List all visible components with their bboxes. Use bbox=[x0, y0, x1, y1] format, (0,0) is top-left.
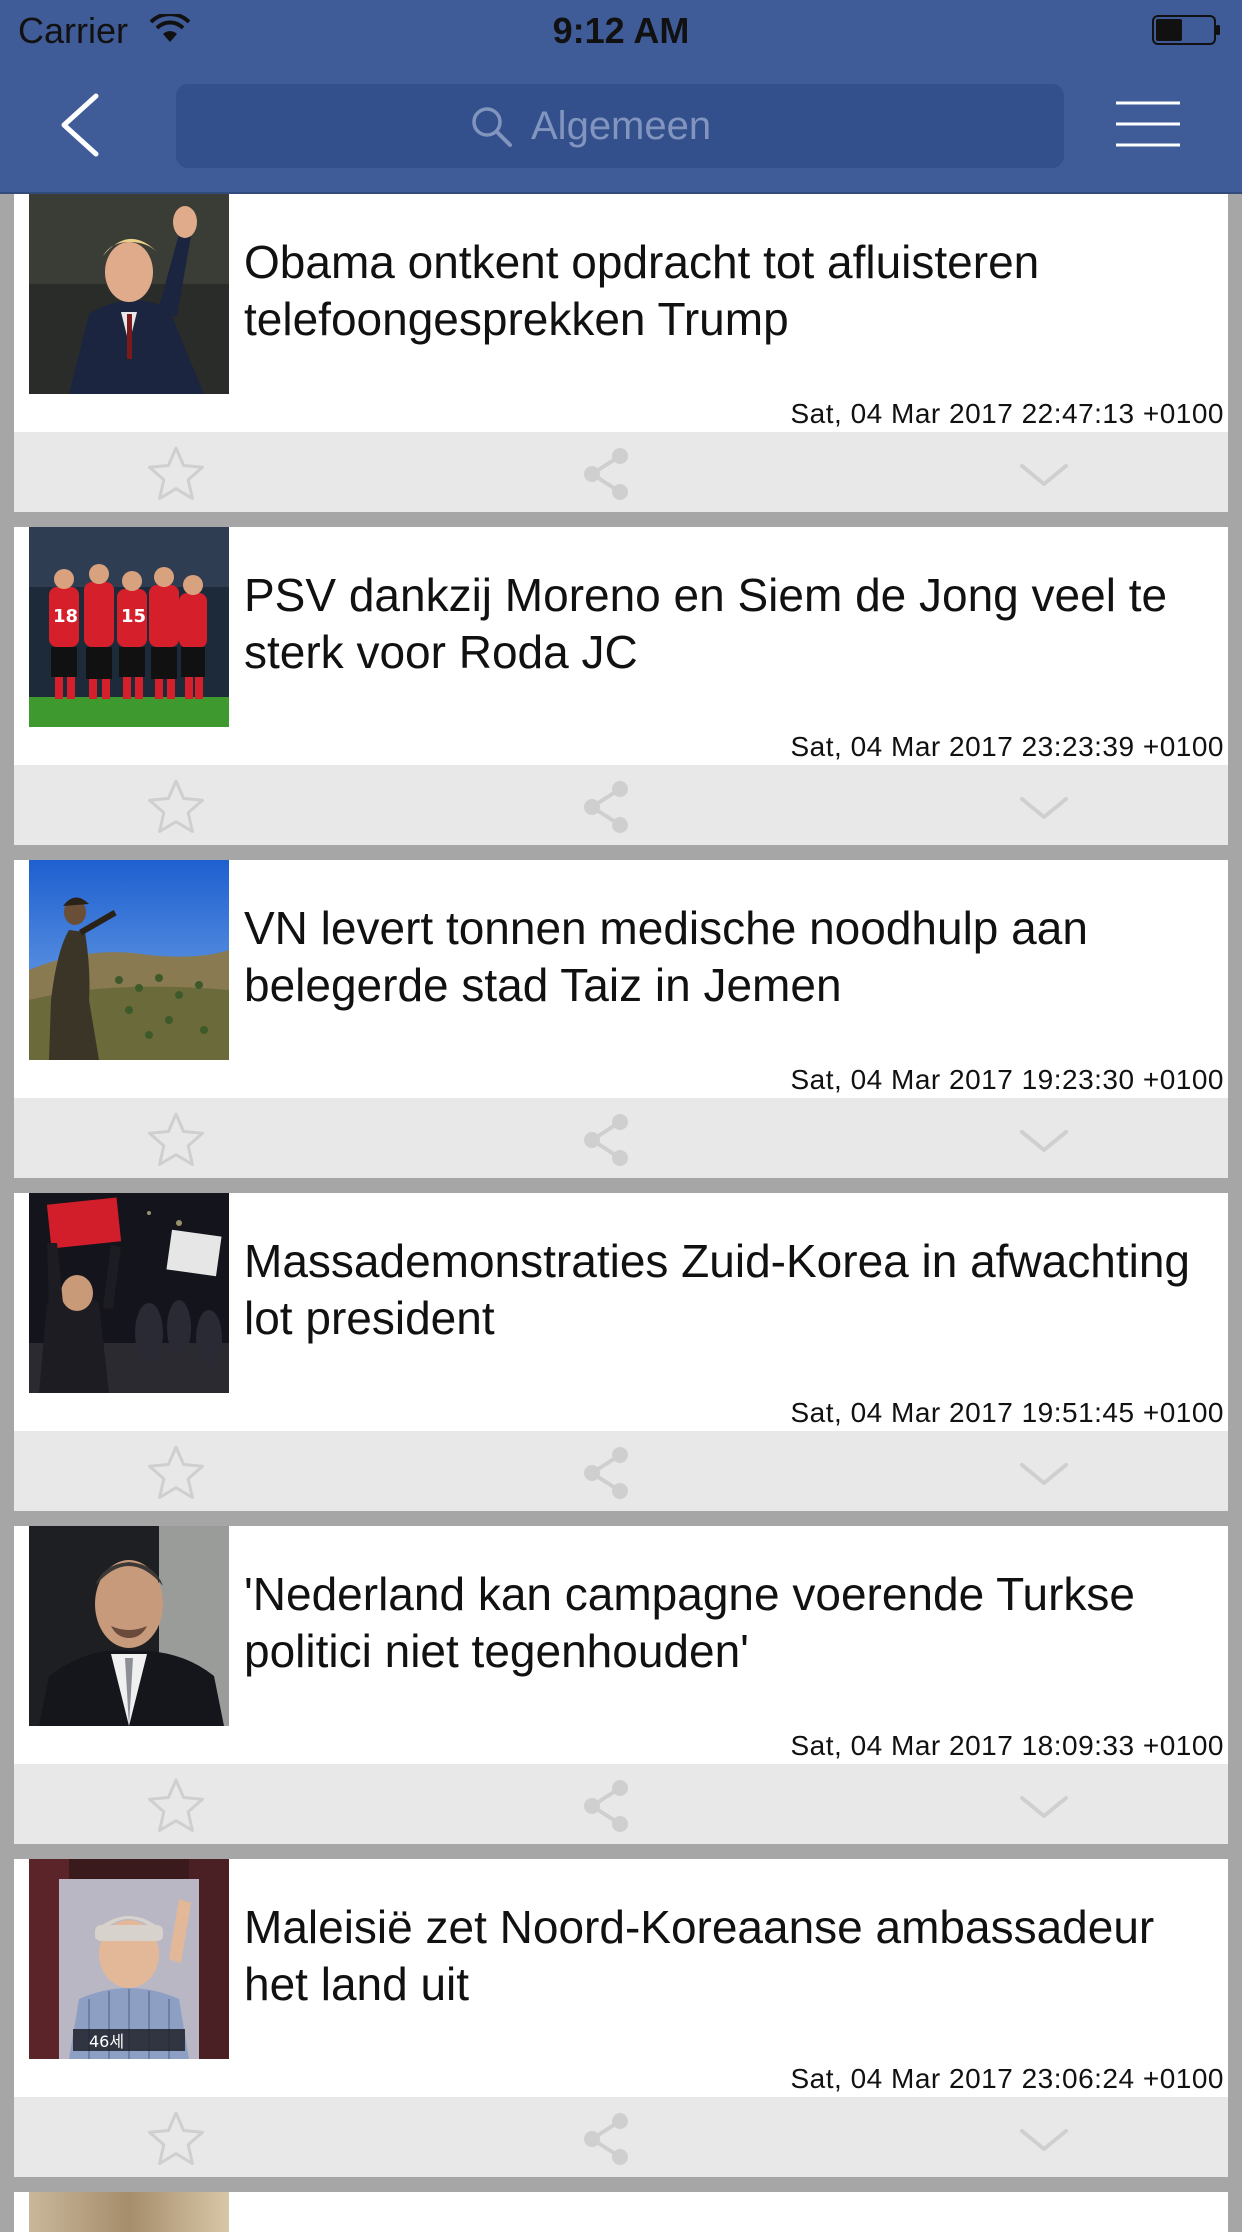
star-icon[interactable] bbox=[146, 2109, 206, 2169]
search-icon bbox=[472, 107, 512, 147]
chevron-down-icon[interactable] bbox=[1014, 1776, 1074, 1836]
share-icon[interactable] bbox=[576, 1110, 636, 1170]
article-thumbnail bbox=[29, 1526, 229, 1726]
chevron-down-icon[interactable] bbox=[1014, 444, 1074, 504]
chevron-down-icon[interactable] bbox=[1014, 1110, 1074, 1170]
article-action-bar bbox=[14, 1431, 1228, 1511]
star-icon[interactable] bbox=[146, 1110, 206, 1170]
news-card[interactable]: 'Nederland kan campagne voerende Turkse … bbox=[14, 1526, 1228, 1844]
menu-button[interactable] bbox=[1116, 100, 1180, 148]
article-title[interactable]: PSV dankzij Moreno en Siem de Jong veel … bbox=[244, 567, 1224, 681]
svg-text:15: 15 bbox=[121, 606, 146, 627]
star-icon[interactable] bbox=[146, 1443, 206, 1503]
share-icon[interactable] bbox=[576, 1443, 636, 1503]
star-icon[interactable] bbox=[146, 444, 206, 504]
share-icon[interactable] bbox=[576, 1776, 636, 1836]
share-icon[interactable] bbox=[576, 777, 636, 837]
article-title[interactable]: Massademonstraties Zuid-Korea in afwacht… bbox=[244, 1233, 1224, 1347]
article-thumbnail bbox=[29, 1193, 229, 1393]
article-action-bar bbox=[14, 2097, 1228, 2177]
article-date: Sat, 04 Mar 2017 23:06:24 +0100 bbox=[790, 2063, 1224, 2094]
chevron-down-icon[interactable] bbox=[1014, 2109, 1074, 2169]
svg-text:46세: 46세 bbox=[89, 2032, 124, 2051]
navigation-header: Carrier 9:12 AM bbox=[0, 0, 1242, 194]
share-icon[interactable] bbox=[576, 444, 636, 504]
article-title[interactable]: VN levert tonnen medische noodhulp aan b… bbox=[244, 900, 1224, 1014]
news-card[interactable]: Massademonstraties Zuid-Korea in afwacht… bbox=[14, 1193, 1228, 1511]
svg-text:18: 18 bbox=[53, 606, 78, 627]
article-thumbnail bbox=[29, 194, 229, 394]
article-thumbnail: 18 15 bbox=[29, 527, 229, 727]
article-date: Sat, 04 Mar 2017 19:51:45 +0100 bbox=[790, 1397, 1224, 1428]
news-card-partial[interactable] bbox=[14, 2192, 1228, 2232]
article-date: Sat, 04 Mar 2017 23:23:39 +0100 bbox=[790, 731, 1224, 762]
article-thumbnail bbox=[29, 860, 229, 1060]
article-action-bar bbox=[14, 432, 1228, 512]
article-date: Sat, 04 Mar 2017 22:47:13 +0100 bbox=[790, 398, 1224, 429]
status-time: 9:12 AM bbox=[552, 10, 690, 51]
article-thumbnail bbox=[29, 2192, 229, 2232]
search-bar[interactable] bbox=[176, 84, 1064, 168]
back-button[interactable] bbox=[50, 90, 110, 160]
article-action-bar bbox=[14, 1764, 1228, 1844]
article-date: Sat, 04 Mar 2017 18:09:33 +0100 bbox=[790, 1730, 1224, 1761]
news-card[interactable]: Obama ontkent opdracht tot afluisteren t… bbox=[14, 194, 1228, 512]
chevron-down-icon[interactable] bbox=[1014, 1443, 1074, 1503]
status-bar: Carrier 9:12 AM bbox=[0, 0, 1242, 60]
star-icon[interactable] bbox=[146, 1776, 206, 1836]
chevron-down-icon[interactable] bbox=[1014, 777, 1074, 837]
article-action-bar bbox=[14, 1098, 1228, 1178]
article-action-bar bbox=[14, 765, 1228, 845]
news-card[interactable]: 46세 Maleisië zet Noord-Koreaanse ambassa… bbox=[14, 1859, 1228, 2177]
article-thumbnail: 46세 bbox=[29, 1859, 229, 2059]
news-feed[interactable]: Obama ontkent opdracht tot afluisteren t… bbox=[14, 194, 1228, 2232]
article-title[interactable]: Maleisië zet Noord-Koreaanse ambassadeur… bbox=[244, 1899, 1224, 2013]
search-input[interactable] bbox=[531, 103, 771, 149]
article-date: Sat, 04 Mar 2017 19:23:30 +0100 bbox=[790, 1064, 1224, 1095]
news-card[interactable]: 18 15 PSV dankzij Moreno en Siem de Jong … bbox=[14, 527, 1228, 845]
star-icon[interactable] bbox=[146, 777, 206, 837]
article-title[interactable]: 'Nederland kan campagne voerende Turkse … bbox=[244, 1566, 1224, 1680]
news-card[interactable]: VN levert tonnen medische noodhulp aan b… bbox=[14, 860, 1228, 1178]
article-title[interactable]: Obama ontkent opdracht tot afluisteren t… bbox=[244, 234, 1224, 348]
share-icon[interactable] bbox=[576, 2109, 636, 2169]
battery-icon bbox=[1152, 15, 1220, 45]
